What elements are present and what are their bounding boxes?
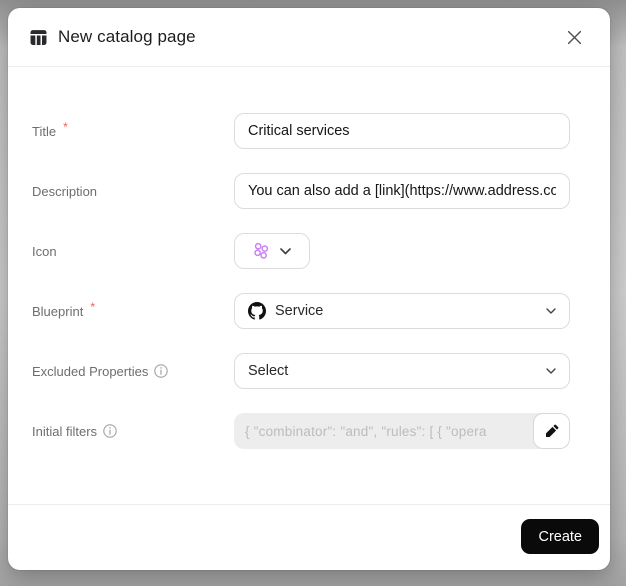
info-icon xyxy=(103,424,117,438)
title-label: Title* xyxy=(32,124,234,139)
required-asterisk: * xyxy=(90,300,95,314)
description-input[interactable] xyxy=(234,173,570,209)
table-icon xyxy=(30,29,47,46)
excluded-properties-label: Excluded Properties xyxy=(32,364,234,379)
initial-filters-row: Initial filters { "combinator": "and", "… xyxy=(32,413,586,449)
title-row: Title* xyxy=(32,113,586,149)
excluded-properties-row: Excluded Properties Select xyxy=(32,353,586,389)
edit-filters-button[interactable] xyxy=(533,413,570,449)
close-icon[interactable] xyxy=(560,23,588,51)
required-asterisk: * xyxy=(63,120,68,134)
dialog-title: New catalog page xyxy=(58,27,196,47)
description-row: Description xyxy=(32,173,586,209)
icon-row: Icon xyxy=(32,233,586,269)
dialog-footer: Create xyxy=(8,504,610,570)
github-icon xyxy=(248,302,266,320)
icon-label: Icon xyxy=(32,244,234,259)
blueprint-dropdown[interactable]: Service xyxy=(234,293,570,329)
blueprint-label: Blueprint* xyxy=(32,304,234,319)
initial-filters-label: Initial filters xyxy=(32,424,234,439)
title-input[interactable] xyxy=(234,113,570,149)
blueprint-value: Service xyxy=(275,303,323,319)
new-catalog-page-dialog: New catalog page Title* Description Icon xyxy=(8,8,610,570)
create-button[interactable]: Create xyxy=(521,519,599,554)
excluded-properties-placeholder: Select xyxy=(248,363,288,379)
chevron-down-icon xyxy=(546,368,556,374)
blueprint-row: Blueprint* Service xyxy=(32,293,586,329)
initial-filters-field: { "combinator": "and", "rules": [ { "ope… xyxy=(234,413,570,449)
chevron-down-icon xyxy=(546,308,556,314)
info-icon xyxy=(154,364,168,378)
excluded-properties-dropdown[interactable]: Select xyxy=(234,353,570,389)
dialog-body: Title* Description Icon xyxy=(8,67,610,504)
initial-filters-value: { "combinator": "and", "rules": [ { "ope… xyxy=(234,424,570,439)
pencil-icon xyxy=(545,424,559,438)
cluster-icon xyxy=(253,242,270,260)
description-label: Description xyxy=(32,184,234,199)
chevron-down-icon xyxy=(280,248,291,255)
icon-dropdown[interactable] xyxy=(234,233,310,269)
dialog-header: New catalog page xyxy=(8,8,610,67)
